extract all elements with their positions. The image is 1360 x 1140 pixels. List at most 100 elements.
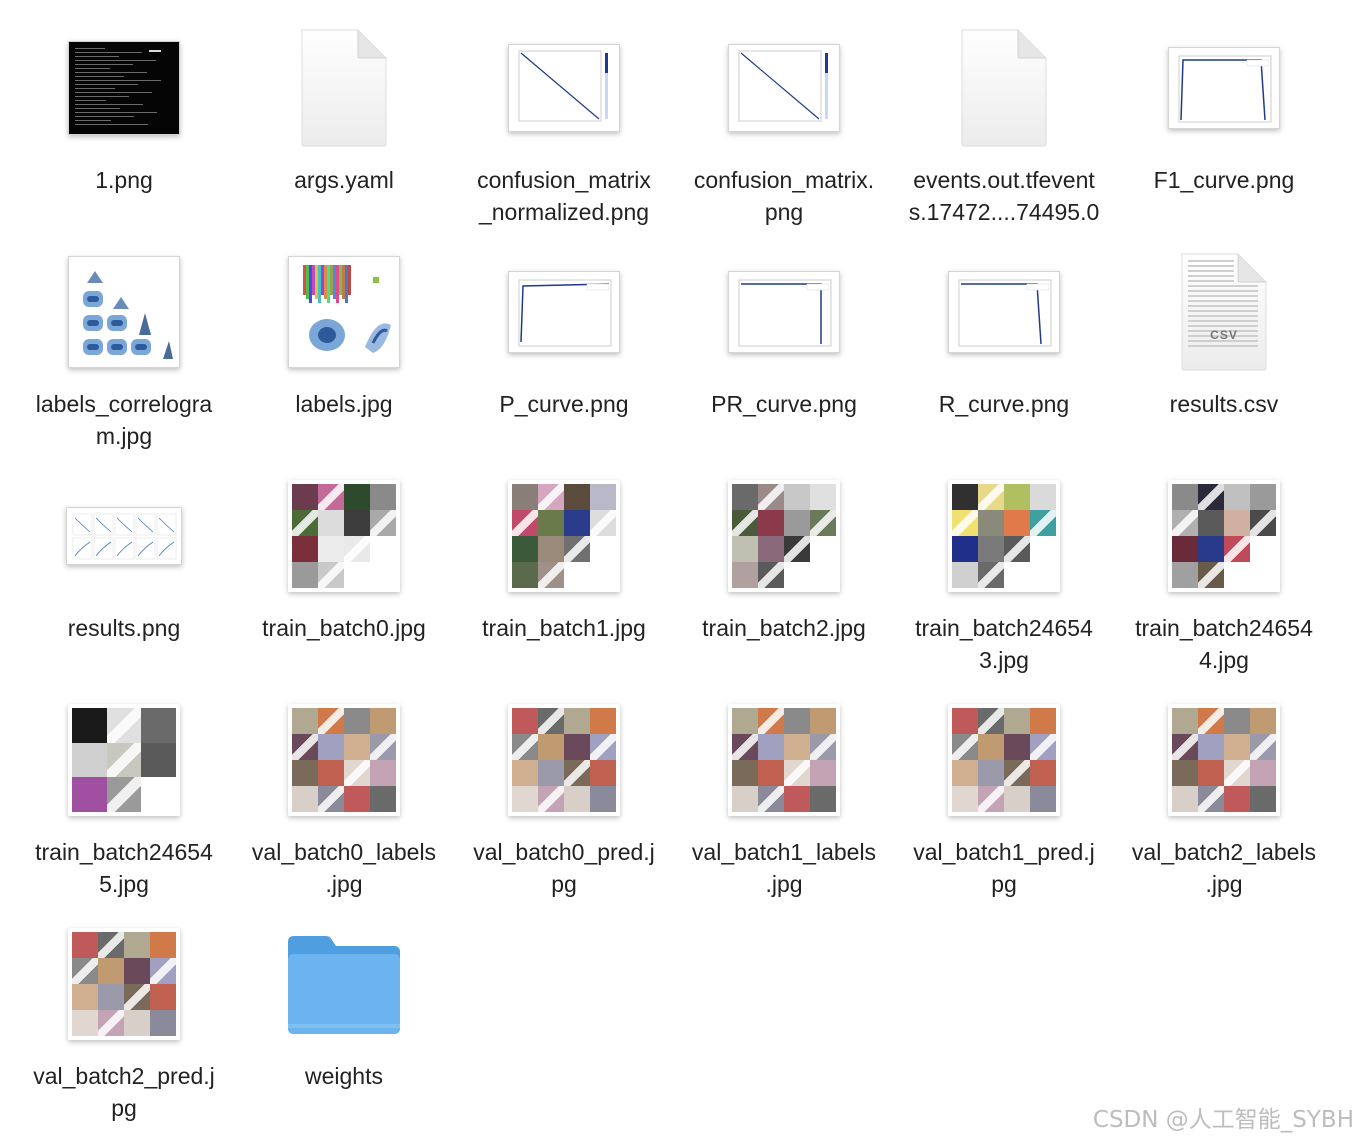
document-icon [956, 26, 1052, 150]
thumbnail-tile [292, 536, 318, 562]
thumbnail-tile [590, 484, 616, 510]
thumbnail-tile [344, 734, 370, 760]
file-item[interactable]: R_curve.png [894, 242, 1114, 466]
thumbnail-tile [318, 786, 344, 812]
thumbnail-tile [344, 760, 370, 786]
file-item[interactable]: train_batch1.jpg [454, 466, 674, 690]
thumbnail-tile [1172, 760, 1198, 786]
image-thumbnail [288, 704, 400, 816]
file-item[interactable]: CSV results.csv [1114, 242, 1334, 466]
file-thumbnail [894, 18, 1114, 158]
thumbnail-tile [512, 510, 538, 536]
thumbnail-tile [292, 786, 318, 812]
thumbnail-tile [758, 510, 784, 536]
file-name-line: pg [551, 871, 577, 897]
thumbnail-tile [564, 484, 590, 510]
thumbnail-tile [1172, 786, 1198, 812]
file-item[interactable]: val_batch0_pred.j pg [454, 690, 674, 914]
file-name-line: val_batch2_pred.j [33, 1063, 215, 1089]
file-thumbnail [234, 914, 454, 1054]
thumbnail-tile [1172, 562, 1198, 588]
file-thumbnail [1114, 18, 1334, 158]
thumbnail-tile [1250, 484, 1276, 510]
thumbnail-tile [1250, 708, 1276, 734]
thumbnail-tile [1004, 484, 1030, 510]
file-name-line: val_batch2_labels [1131, 839, 1317, 865]
file-item[interactable]: val_batch2_labels .jpg [1114, 690, 1334, 914]
thumbnail-tile [512, 708, 538, 734]
thumbnail-tile [758, 760, 784, 786]
thumbnail-tile [318, 708, 344, 734]
file-item[interactable]: events.out.tfevent s.17472....74495.0 [894, 18, 1114, 242]
thumbnail-tile [1198, 562, 1224, 588]
thumbnail-tile [1004, 760, 1030, 786]
file-name-line: pg [111, 1095, 137, 1121]
folder-item[interactable]: weights [234, 914, 454, 1138]
file-name-line: 4.jpg [1199, 647, 1249, 673]
file-name-line: m.jpg [95, 423, 153, 449]
file-name-line: png [764, 199, 804, 225]
file-name-line: val_batch0_labels [251, 839, 437, 865]
chart-thumbnail [508, 271, 620, 353]
thumbnail-tile [978, 536, 1004, 562]
thumbnail-tile [538, 786, 564, 812]
file-item[interactable]: train_batch24654 4.jpg [1114, 466, 1334, 690]
thumbnail-tile [72, 984, 98, 1010]
file-item[interactable]: F1_curve.png [1114, 18, 1334, 242]
thumbnail-tile [124, 932, 150, 958]
thumbnail-tile [72, 742, 107, 778]
file-item[interactable]: labels.jpg [234, 242, 454, 466]
file-item[interactable]: val_batch0_labels .jpg [234, 690, 454, 914]
file-item[interactable]: confusion_matrix _normalized.png [454, 18, 674, 242]
file-name-line: results.png [67, 615, 181, 641]
file-item[interactable]: train_batch24654 5.jpg [14, 690, 234, 914]
thumbnail-tile [810, 562, 836, 588]
file-thumbnail [1114, 466, 1334, 606]
file-item[interactable]: val_batch1_pred.j pg [894, 690, 1114, 914]
file-name-line: .jpg [325, 871, 363, 897]
file-name-label: confusion_matrix. png [674, 164, 894, 228]
thumbnail-tile [344, 484, 370, 510]
file-item[interactable]: val_batch1_labels .jpg [674, 690, 894, 914]
file-item[interactable]: train_batch24654 3.jpg [894, 466, 1114, 690]
file-item[interactable]: results.png [14, 466, 234, 690]
chart-thumbnail [1168, 47, 1280, 129]
file-name-line: val_batch1_labels [691, 839, 877, 865]
thumbnail-tile [810, 536, 836, 562]
thumbnail-tile [978, 760, 1004, 786]
file-name-label: F1_curve.png [1114, 164, 1334, 196]
thumbnail-tile [344, 708, 370, 734]
thumbnail-tile [978, 484, 1004, 510]
thumbnail-tile [810, 484, 836, 510]
file-thumbnail [234, 690, 454, 830]
file-item[interactable]: val_batch2_pred.jpg [14, 914, 234, 1138]
file-item[interactable]: PR_curve.png [674, 242, 894, 466]
file-item[interactable]: args.yaml [234, 18, 454, 242]
file-item[interactable]: labels_correlogra m.jpg [14, 242, 234, 466]
thumbnail-tile [1224, 562, 1250, 588]
thumbnail-tile [1224, 708, 1250, 734]
file-name-label: PR_curve.png [674, 388, 894, 420]
image-thumbnail [728, 704, 840, 816]
thumbnail-tile [564, 562, 590, 588]
thumbnail-tile [810, 734, 836, 760]
file-thumbnail [454, 466, 674, 606]
file-thumbnail [234, 242, 454, 382]
thumbnail-tile [732, 760, 758, 786]
image-thumbnail [728, 480, 840, 592]
file-name-line: train_batch0.jpg [262, 615, 426, 641]
file-item[interactable]: 1.png [14, 18, 234, 242]
file-thumbnail [234, 18, 454, 158]
thumbnail-tile [1030, 708, 1056, 734]
file-item[interactable]: P_curve.png [454, 242, 674, 466]
file-item[interactable]: train_batch0.jpg [234, 466, 454, 690]
file-item[interactable]: train_batch2.jpg [674, 466, 894, 690]
file-name-line: .jpg [1205, 871, 1243, 897]
chart-thumbnail [66, 507, 182, 565]
file-name-label: val_batch0_labels .jpg [234, 836, 454, 900]
thumbnail-tile [590, 536, 616, 562]
thumbnail-tile [1250, 760, 1276, 786]
file-item[interactable]: confusion_matrix. png [674, 18, 894, 242]
thumbnail-tile [978, 562, 1004, 588]
thumbnail-tile [292, 708, 318, 734]
